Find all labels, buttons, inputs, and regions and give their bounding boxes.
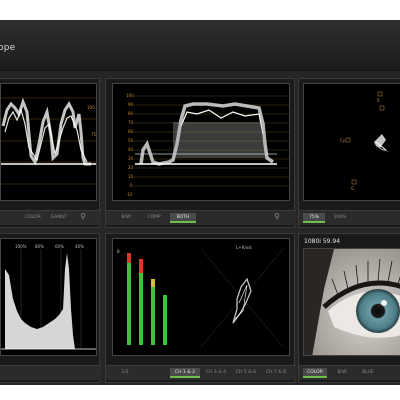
tab-blue[interactable]: BLUE <box>357 368 379 378</box>
parade-trace <box>133 95 289 187</box>
parade-scale-label: 40 <box>128 147 134 152</box>
parade-panel: 100 90 80 70 60 50 40 30 20 10 0 -10 B/W… <box>105 78 296 228</box>
zoom-icon[interactable]: ⚲ <box>272 212 282 222</box>
audio-tabbar: 1/2 CH 1 & 2 CH 3 & 4 CH 5 & 6 CH 7 & 8 <box>106 365 296 380</box>
parade-scale-label: 90 <box>128 102 134 107</box>
waveform-tabbar: COLOR GAMUT ⚲ <box>0 210 101 225</box>
tab-75[interactable]: 75% <box>303 213 325 223</box>
waveform-scope: 100 75 <box>0 83 97 201</box>
preview-tabbar: COLOR B/W BLUE <box>299 365 400 380</box>
tab-ch-7-8[interactable]: CH 7 & 8 <box>262 368 290 378</box>
histogram-tabbar <box>0 365 101 380</box>
audio-panel: 0 L+R/ost 1/2 CH 1 & 2 CH 3 & 4 CH 5 & 6… <box>105 233 296 383</box>
title-bar: ope <box>0 20 400 71</box>
parade-scale-label: 30 <box>128 156 134 161</box>
waveform-scale-label: 75 <box>91 132 97 137</box>
parade-scale-label: 50 <box>128 138 134 143</box>
tab-ch-1-2[interactable]: CH 1 & 2 <box>170 368 200 378</box>
histogram-scale-label: 60% <box>55 244 64 249</box>
parade-scale-label: 80 <box>128 111 134 116</box>
vector-target-cy: Cy <box>340 138 346 143</box>
audio-scope: 0 L+R/ost <box>112 238 290 356</box>
histogram-panel: 100% 80% 60% 40% <box>0 233 101 383</box>
preview-panel: 1080i 59.94 COLOR B/W BLUE <box>298 233 400 383</box>
parade-scale-label: 10 <box>128 174 134 179</box>
histogram-scale-label: 80% <box>35 244 44 249</box>
tab-color[interactable]: COLOR <box>21 213 45 223</box>
app-title: ope <box>0 43 16 53</box>
histogram-scale-label: 40% <box>75 244 84 249</box>
resolution-label: 1080i 59.94 <box>304 238 341 245</box>
vectorscope-panel: R Cy G 75% 100% <box>298 78 400 228</box>
tab-gamut[interactable]: GAMUT <box>47 213 71 223</box>
eye-closeup-image <box>304 249 400 355</box>
waveform-panel: 100 75 COLOR GAMUT ⚲ <box>0 78 101 228</box>
preview-image <box>303 248 400 356</box>
parade-scale-label: 70 <box>128 120 134 125</box>
parade-scale-label: 0 <box>130 183 133 188</box>
vectorscope-scope: R Cy G <box>303 83 400 201</box>
parade-scope: 100 90 80 70 60 50 40 30 20 10 0 -10 <box>112 83 290 201</box>
histogram-trace <box>1 249 96 350</box>
histogram-scope: 100% 80% 60% 40% <box>0 238 97 356</box>
parade-scale-label: 20 <box>128 165 134 170</box>
phase-label: L+R/ost <box>236 245 252 250</box>
tab-bw[interactable]: B/W <box>114 213 138 223</box>
tab-comp[interactable]: COMP <box>142 213 166 223</box>
vectorscope-tabbar: 75% 100% <box>299 210 400 225</box>
parade-scale-label: 100 <box>126 93 134 98</box>
tab-ch-5-6[interactable]: CH 5 & 6 <box>232 368 260 378</box>
parade-scale-label: 60 <box>128 129 134 134</box>
waveform-trace <box>1 97 96 185</box>
histogram-scale-label: 100% <box>15 244 27 249</box>
tab-color[interactable]: COLOR <box>303 368 327 378</box>
tab-both[interactable]: BOTH <box>170 213 196 223</box>
app-window: ope 100 75 COLOR GAMUT ⚲ 100 90 80 70 60… <box>0 20 400 385</box>
waveform-scale-label: 100 <box>87 105 95 110</box>
tab-1-2[interactable]: 1/2 <box>114 368 136 378</box>
vector-target-r: R <box>377 98 380 103</box>
parade-scale-label: -10 <box>126 192 133 197</box>
parade-tabbar: B/W COMP BOTH ⚲ <box>106 210 296 225</box>
vector-target-g: G <box>351 186 355 191</box>
audio-meters <box>127 248 284 348</box>
meter-scale-label: 0 <box>117 249 120 254</box>
tab-100[interactable]: 100% <box>329 213 351 223</box>
vectorscope-trace <box>345 91 390 185</box>
zoom-icon[interactable]: ⚲ <box>78 212 88 222</box>
tab-ch-3-4[interactable]: CH 3 & 4 <box>202 368 230 378</box>
tab-bw[interactable]: B/W <box>331 368 353 378</box>
